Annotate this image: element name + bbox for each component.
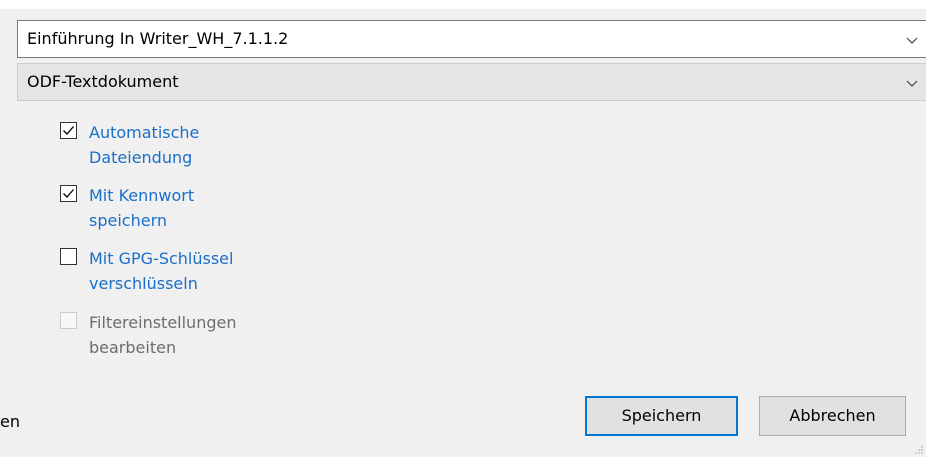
option-label: Mit GPG-Schlüssel verschlüsseln [89,249,234,293]
chevron-down-icon[interactable] [905,76,919,90]
save-button[interactable]: Speichern [585,396,738,436]
filename-combobox[interactable]: Einführung In Writer_WH_7.1.1.2 [17,20,926,58]
checkbox-edit-filter-settings [60,312,77,329]
checkmark-icon [63,189,74,198]
save-dialog: Einführung In Writer_WH_7.1.1.2 ODF-Text… [0,0,926,459]
top-edge [0,0,926,9]
option-automatic-extension[interactable]: Automatische Dateiendung [60,120,300,170]
filetype-value: ODF-Textdokument [27,72,179,91]
filetype-select[interactable]: ODF-Textdokument [17,63,926,101]
cut-off-label: en [0,412,20,431]
chevron-down-icon[interactable] [905,33,919,47]
option-encrypt-gpg[interactable]: Mit GPG-Schlüssel verschlüsseln [60,246,300,296]
option-label: Mit Kennwort speichern [89,186,195,230]
option-label: Automatische Dateiendung [89,123,200,167]
checkmark-icon [63,126,74,135]
option-label: Filtereinstellungen bearbeiten [89,313,237,357]
checkbox-save-with-password[interactable] [60,185,77,202]
option-save-with-password[interactable]: Mit Kennwort speichern [60,183,300,233]
checkbox-encrypt-gpg[interactable] [60,248,77,265]
checkbox-automatic-extension[interactable] [60,122,77,139]
filename-value[interactable]: Einführung In Writer_WH_7.1.1.2 [27,29,288,49]
resize-grip-icon[interactable] [912,443,924,455]
cancel-button[interactable]: Abbrechen [759,396,906,436]
option-edit-filter-settings: Filtereinstellungen bearbeiten [60,310,300,360]
